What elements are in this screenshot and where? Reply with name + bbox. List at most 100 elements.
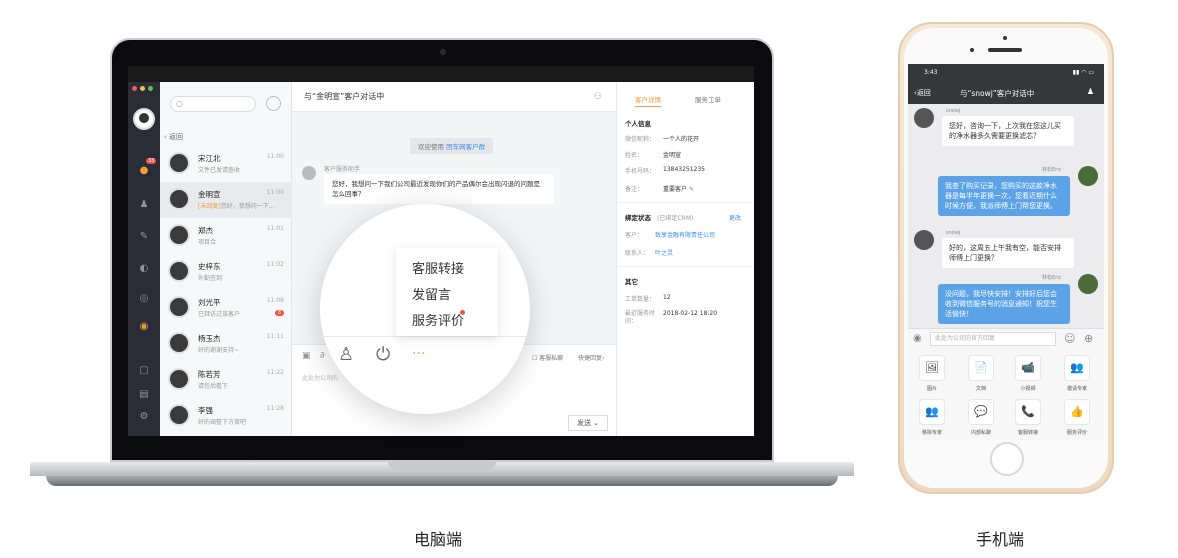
caption-mobile: 手机端 xyxy=(976,530,1025,549)
contacts-icon[interactable]: ♟ xyxy=(137,198,151,212)
field-value: 13843251235 xyxy=(663,166,705,173)
user-avatar[interactable] xyxy=(133,108,155,130)
laptop-base-bottom xyxy=(46,476,838,486)
chat-icon[interactable]: ● xyxy=(137,164,151,178)
voice-icon[interactable]: ◉ xyxy=(913,333,922,344)
tool-remove-expert[interactable]: 👥 xyxy=(919,399,945,425)
maximize-dot[interactable] xyxy=(148,86,153,91)
tab-customer-detail[interactable]: 客户详情 xyxy=(635,94,661,107)
message-input[interactable]: 此处为公司的 xyxy=(302,373,338,382)
gear-icon[interactable]: ⚙ xyxy=(137,410,151,424)
contact-item[interactable]: 史梓东 外勤签到 11:02 xyxy=(160,254,292,290)
laptop-notch xyxy=(388,462,496,470)
back-button[interactable]: ‹ 返回 xyxy=(164,132,183,142)
avatar xyxy=(914,108,934,128)
welcome-link[interactable]: 团车网客户群 xyxy=(446,143,485,151)
menu-item-message[interactable]: 发留言 xyxy=(412,284,451,303)
phone-message-input[interactable]: 此处为公司的官方回复 xyxy=(930,332,1056,346)
person-icon[interactable]: ♙ xyxy=(338,344,354,365)
order-count-label: 工单数量： xyxy=(625,296,656,303)
contact-item[interactable]: 刘光平 已拜访过该客户 11:08 8 xyxy=(160,290,292,326)
contact-message: 请包后看下 xyxy=(198,383,229,390)
minimize-dot[interactable] xyxy=(140,86,145,91)
divider xyxy=(617,202,754,203)
order-count-value: 12 xyxy=(663,294,671,301)
contact-time: 11:01 xyxy=(266,225,284,232)
tool-private-chat[interactable]: 💬 xyxy=(968,399,994,425)
contact-list: ○ ‹ 返回 宋江北 文件已发请查收 11:00 金明宣 [未回复]您好，我想问… xyxy=(160,82,292,436)
customer-detail-panel: 客户详情 服务工单 个人信息 微信昵称： 一个人的花开 姓名： 金明宣 手机号码… xyxy=(616,82,754,436)
invite-expert-icon: 👥 xyxy=(1070,361,1084,374)
contact-item[interactable]: 宋江北 文件已发请查收 11:00 xyxy=(160,146,292,182)
menu-item-transfer[interactable]: 客服转接 xyxy=(412,258,464,277)
contact-item-selected[interactable]: 金明宣 [未回复]您好，我想问一下... 11:00 xyxy=(160,182,292,218)
customer-link[interactable]: 致享金融有限责任公司 xyxy=(655,230,715,239)
search-input[interactable]: ○ xyxy=(170,96,256,112)
quick-reply-button[interactable]: 快捷回复› xyxy=(578,353,604,362)
thumbs-up-icon: 👍 xyxy=(1070,405,1084,418)
avatar xyxy=(168,260,190,282)
tool-document[interactable]: 📄 xyxy=(968,355,994,381)
personal-info-title: 个人信息 xyxy=(625,120,651,128)
menu-item-rating[interactable]: 服务评价 xyxy=(412,310,464,329)
tool-label: 服务评价 xyxy=(1066,430,1087,436)
field-label: 姓名： xyxy=(625,152,644,159)
contact-link[interactable]: 叶之灵 xyxy=(655,248,673,257)
edit-icon[interactable]: ✎ xyxy=(689,186,694,193)
field-label: 微信昵称： xyxy=(625,136,656,143)
tool-label: 文档 xyxy=(975,386,986,392)
tool-transfer[interactable]: 📞 xyxy=(1015,399,1041,425)
contact-message: 好的谢谢支持~ xyxy=(198,347,240,354)
message-sender: snowj xyxy=(946,108,961,114)
compass-icon[interactable]: ◉ xyxy=(137,320,151,334)
power-icon[interactable]: ⏻ xyxy=(376,344,390,365)
storage-icon[interactable]: ▤ xyxy=(137,388,151,402)
remove-expert-icon: 👥 xyxy=(925,405,939,418)
contact-time: 11:22 xyxy=(266,369,284,376)
tab-service-order[interactable]: 服务工单 xyxy=(695,94,721,104)
quick-reply-label: 快捷回复 xyxy=(578,355,603,362)
picture-icon: 🖼 xyxy=(925,361,939,374)
add-icon[interactable] xyxy=(266,96,281,111)
bind-status: (已绑定CRM) xyxy=(657,215,694,222)
remark-value: 重要客户 xyxy=(663,186,688,193)
members-icon[interactable]: ⚇ xyxy=(594,82,602,112)
tool-invite-expert[interactable]: 👥 xyxy=(1064,355,1090,381)
plus-icon[interactable]: ⊕ xyxy=(1084,332,1093,345)
contact-name: 陈若芳 xyxy=(198,370,221,379)
avatar xyxy=(1078,274,1098,294)
contact-item[interactable]: 杨玉杰 好的谢谢支持~ 11:11 xyxy=(160,326,292,362)
more-icon[interactable]: ··· xyxy=(412,346,425,362)
attach-icon[interactable]: ∂ xyxy=(320,351,325,361)
contact-message: 项目合 xyxy=(198,239,217,246)
close-dot[interactable] xyxy=(132,86,137,91)
contact-item[interactable]: 李强 好的调整下方案吧 11:28 xyxy=(160,398,292,434)
tool-video[interactable]: 📹 xyxy=(1015,355,1041,381)
avatar xyxy=(1078,166,1098,186)
phone-header: 3:43 ▮▮ ◠ ▭ ‹返回 与“snowj”客户对话中 ♟ xyxy=(908,64,1104,104)
phone-camera xyxy=(970,48,974,52)
image-icon[interactable]: ▣ xyxy=(302,351,311,361)
emoji-icon[interactable]: ☺ xyxy=(1064,332,1075,345)
file-icon[interactable]: ▢ xyxy=(137,364,151,378)
home-button[interactable] xyxy=(990,442,1024,476)
send-button[interactable]: 发送 ⌄ xyxy=(568,415,608,431)
last-service-value: 2018-02-12 18:20 xyxy=(663,310,718,317)
contact-name: 郑杰 xyxy=(198,226,213,235)
edit-icon[interactable]: ✎ xyxy=(137,230,151,244)
unreplied-tag: [未回复] xyxy=(198,203,221,210)
profile-icon[interactable]: ♟ xyxy=(1087,87,1094,96)
contact-item[interactable]: 郑杰 项目合 11:01 xyxy=(160,218,292,254)
send-label: 发送 xyxy=(576,419,591,427)
tool-rating[interactable]: 👍 xyxy=(1064,399,1090,425)
caption-desktop: 电脑端 xyxy=(414,530,463,549)
private-chat-toggle[interactable]: ☐ 客服私聊 xyxy=(532,353,563,362)
contact-message: 文件已发请查收 xyxy=(198,167,241,174)
change-bind-link[interactable]: 更改 xyxy=(729,213,741,222)
tool-image[interactable]: 🖼 xyxy=(919,355,945,381)
phone-input-area: ◉ 此处为公司的官方回复 ☺ ⊕ 🖼 图片 📄 文档 📹 小视频 👥 邀请专家 … xyxy=(908,328,1104,440)
phone-back-button[interactable]: ‹返回 xyxy=(914,88,931,98)
moon-icon[interactable]: ◐ xyxy=(137,262,151,276)
target-icon[interactable]: ◎ xyxy=(137,292,151,306)
contact-item[interactable]: 陈若芳 请包后看下 11:22 xyxy=(160,362,292,398)
